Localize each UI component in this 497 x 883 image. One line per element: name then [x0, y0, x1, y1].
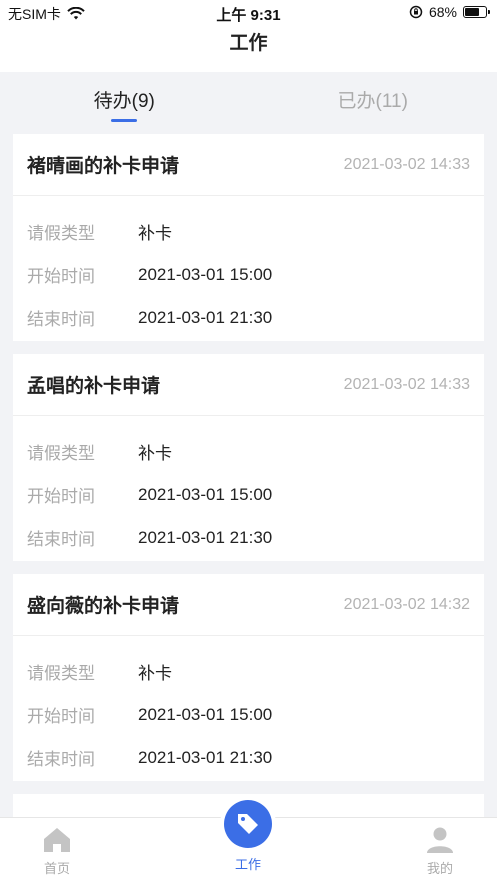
request-card[interactable]: 盛向薇的补卡申请 2021-03-02 14:32 请假类型 补卡 开始时间 2… — [13, 574, 484, 781]
card-row-start: 开始时间 2021-03-01 15:00 — [27, 693, 470, 736]
tabbar-work-label: 工作 — [234, 857, 261, 872]
card-body: 请假类型 补卡 开始时间 2021-03-01 15:00 结束时间 2021-… — [13, 636, 484, 779]
request-card[interactable]: 褚晴画的补卡申请 2021-03-02 14:33 请假类型 补卡 开始时间 2… — [13, 134, 484, 341]
card-row-end: 结束时间 2021-03-01 21:30 — [27, 296, 470, 339]
battery-percent: 68% — [428, 4, 457, 20]
row-label: 开始时间 — [27, 707, 95, 726]
card-header: 褚晴画的补卡申请 2021-03-02 14:33 — [13, 134, 484, 196]
card-body: 请假类型 补卡 开始时间 2021-03-01 15:00 结束时间 2021-… — [13, 416, 484, 559]
card-row-type: 请假类型 补卡 — [27, 210, 470, 253]
work-button-circle — [224, 800, 272, 848]
row-label: 请假类型 — [27, 664, 95, 683]
row-value: 补卡 — [138, 444, 172, 463]
page-title: 工作 — [229, 33, 268, 54]
card-header: 盛向薇的补卡申请 2021-03-02 14:32 — [13, 574, 484, 636]
row-label: 请假类型 — [27, 224, 95, 243]
card-time: 2021-03-02 14:33 — [343, 155, 470, 173]
row-value: 2021-03-01 15:00 — [138, 484, 273, 504]
card-body: 请假类型 补卡 开始时间 2021-03-01 15:00 结束时间 2021-… — [13, 196, 484, 339]
segment-tabs: 待办(9) 已办(11) — [0, 72, 497, 126]
row-value: 2021-03-01 21:30 — [138, 747, 273, 767]
row-value: 2021-03-01 15:00 — [138, 264, 273, 284]
user-icon — [427, 827, 453, 853]
tab-todo-label: 待办(9) — [93, 91, 155, 112]
tabbar-me[interactable]: 我的 — [410, 826, 470, 877]
tab-active-indicator — [111, 119, 138, 122]
row-value: 补卡 — [138, 664, 172, 683]
battery-fill — [465, 8, 479, 16]
row-value: 补卡 — [138, 224, 172, 243]
tabbar-home-label: 首页 — [43, 861, 70, 876]
orientation-lock-icon — [409, 5, 423, 19]
row-label: 请假类型 — [27, 444, 95, 463]
row-label: 结束时间 — [27, 750, 95, 769]
status-right: 68% — [409, 4, 490, 20]
card-title: 孟唱的补卡申请 — [27, 376, 161, 397]
request-list: 褚晴画的补卡申请 2021-03-02 14:33 请假类型 补卡 开始时间 2… — [13, 134, 484, 847]
tag-icon — [238, 814, 258, 834]
card-title: 盛向薇的补卡申请 — [27, 596, 180, 617]
tab-done[interactable]: 已办(11) — [249, 72, 497, 126]
row-value: 2021-03-01 21:30 — [138, 527, 273, 547]
row-label: 结束时间 — [27, 310, 95, 329]
row-label: 结束时间 — [27, 530, 95, 549]
home-icon — [44, 828, 70, 852]
nav-bar: 工作 — [0, 26, 497, 72]
tabbar-work[interactable]: 工作 — [218, 800, 278, 873]
card-row-type: 请假类型 补卡 — [27, 430, 470, 473]
tab-todo[interactable]: 待办(9) — [0, 72, 249, 126]
row-value: 2021-03-01 15:00 — [138, 704, 273, 724]
card-title: 褚晴画的补卡申请 — [27, 156, 180, 177]
card-time: 2021-03-02 14:32 — [343, 595, 470, 613]
row-value: 2021-03-01 21:30 — [138, 307, 273, 327]
card-row-start: 开始时间 2021-03-01 15:00 — [27, 253, 470, 296]
row-label: 开始时间 — [27, 487, 95, 506]
bottom-tabbar: 首页 工作 我的 — [0, 800, 497, 883]
card-row-start: 开始时间 2021-03-01 15:00 — [27, 473, 470, 516]
row-label: 开始时间 — [27, 267, 95, 286]
tabbar-home[interactable]: 首页 — [27, 826, 87, 877]
battery-icon — [463, 6, 490, 18]
card-header: 孟唱的补卡申请 2021-03-02 14:33 — [13, 354, 484, 416]
tabbar-me-label: 我的 — [426, 861, 453, 876]
card-time: 2021-03-02 14:33 — [343, 375, 470, 393]
tab-done-label: 已办(11) — [337, 91, 408, 112]
request-card[interactable]: 孟唱的补卡申请 2021-03-02 14:33 请假类型 补卡 开始时间 20… — [13, 354, 484, 561]
card-row-end: 结束时间 2021-03-01 21:30 — [27, 736, 470, 779]
status-bar: 无SIM卡 上午 9:31 68% — [0, 0, 497, 26]
card-row-end: 结束时间 2021-03-01 21:30 — [27, 516, 470, 559]
card-row-type: 请假类型 补卡 — [27, 650, 470, 693]
